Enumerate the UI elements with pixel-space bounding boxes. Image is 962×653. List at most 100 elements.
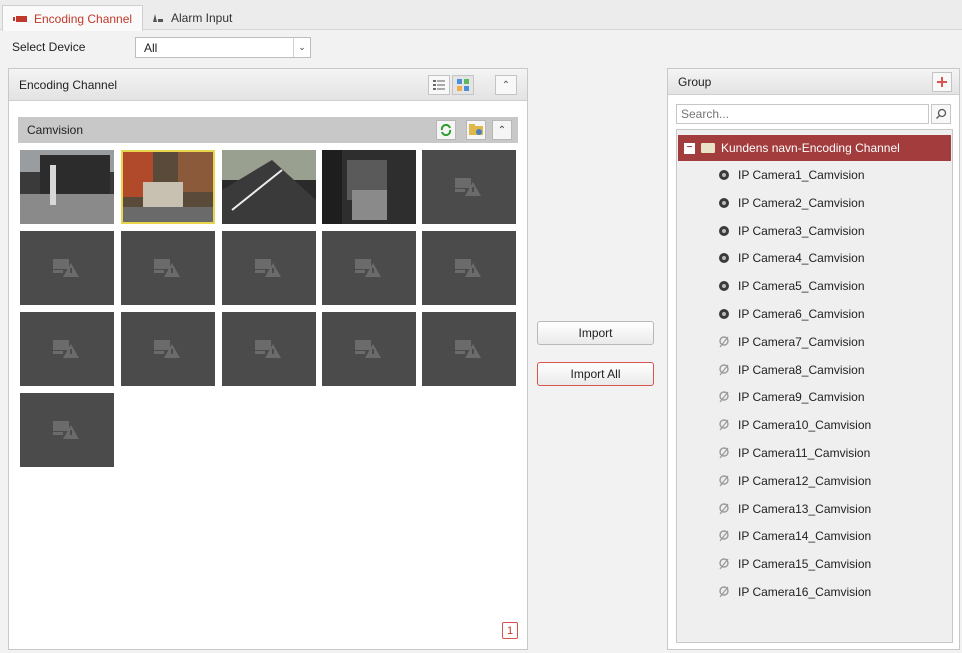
no-video-icon [455,259,481,277]
camera-online-icon [718,225,730,237]
camera-online-icon [718,169,730,181]
no-video-icon [154,259,180,277]
thumbnail-view-icon [457,79,469,91]
channel-thumbnail[interactable] [322,150,416,224]
tree-item-label: IP Camera2_Camvision [738,195,865,210]
refresh-icon [440,124,452,136]
tree-item-camera[interactable]: IP Camera11_Camvision [718,443,870,463]
channel-thumbnail-offline[interactable] [322,312,416,386]
camera-offline-icon [718,475,730,487]
collapse-icon[interactable]: − [684,142,695,154]
tree-item-camera[interactable]: IP Camera8_Camvision [718,360,865,380]
tab-encoding-channel[interactable]: Encoding Channel [2,5,144,31]
search-icon [936,108,947,119]
channel-thumbnail-offline[interactable] [20,312,114,386]
camera-snapshot [20,150,114,224]
channel-thumbnail-offline[interactable] [422,312,516,386]
tree-item-label: IP Camera1_Camvision [738,168,865,182]
plus-icon [937,77,947,87]
channel-thumbnail-offline[interactable] [121,231,215,305]
tree-item-camera[interactable]: IP Camera10_Camvision [718,415,871,435]
tree-item-camera[interactable]: IP Camera13_Camvision [718,499,871,519]
camera-online-icon [718,308,730,320]
tree-item-camera[interactable]: IP Camera1_Camvision [718,165,865,185]
channel-thumbnail[interactable] [20,150,114,224]
page-number-button[interactable]: 1 [502,622,518,639]
no-video-icon [53,340,79,358]
folder-icon [701,143,715,153]
search-button[interactable] [931,104,951,124]
tree-root-node[interactable]: − Kundens navn-Encoding Channel [678,135,951,161]
camera-offline-icon [718,391,730,403]
folder-icon [469,124,483,135]
remote-config-button[interactable] [466,120,486,140]
camera-offline-icon [718,419,730,431]
camera-offline-icon [718,363,730,376]
tree-item-camera[interactable]: IP Camera12_Camvision [718,471,871,491]
list-view-button[interactable] [428,75,450,95]
group-tree: − Kundens navn-Encoding Channel IP Camer… [676,129,953,643]
search-input[interactable] [676,104,929,124]
channel-thumbnail-offline[interactable] [322,231,416,305]
tree-item-label: IP Camera11_Camvision [738,446,871,460]
tree-item-label: IP Camera10_Camvision [738,418,872,433]
tree-item-label: IP Camera6_Camvision [738,307,865,321]
camera-offline-icon [718,530,730,542]
tree-item-camera[interactable]: IP Camera9_Camvision [718,387,865,407]
panel-title: Encoding Channel [19,77,118,92]
device-select-value: All [144,40,158,55]
refresh-button[interactable] [436,120,456,140]
chevron-up-icon: ⌃ [501,79,511,91]
channel-thumbnail-offline[interactable] [422,231,516,305]
camera-online-icon [718,197,730,209]
tree-item-label: IP Camera16_Camvision [738,585,872,599]
no-video-icon [355,340,381,358]
import-all-button[interactable]: Import All [537,362,654,386]
tree-item-camera[interactable]: IP Camera15_Camvision [718,554,871,574]
collapse-panel-button[interactable]: ⌃ [495,75,517,95]
channel-thumbnail-offline[interactable] [222,312,316,386]
tree-item-camera[interactable]: IP Camera3_Camvision [718,221,865,241]
tree-item-camera[interactable]: IP Camera2_Camvision [718,193,865,213]
camera-online-icon [718,280,730,292]
tree-item-camera[interactable]: IP Camera16_Camvision [718,582,871,602]
camera-snapshot [123,152,213,222]
tab-label: Alarm Input [171,11,233,25]
chevron-down-icon[interactable]: ⌄ [293,38,310,57]
select-device-label: Select Device [12,40,86,54]
channel-thumbnail-offline[interactable] [422,150,516,224]
channel-thumbnail-offline[interactable] [121,312,215,386]
tree-item-label: IP Camera7_Camvision [738,334,865,349]
group-panel-header: Group [668,69,959,95]
tree-item-camera[interactable]: IP Camera14_Camvision [718,526,871,546]
tree-item-camera[interactable]: IP Camera7_Camvision [718,332,865,352]
camera-offline-icon [718,558,730,570]
channel-thumbnail-offline[interactable] [222,231,316,305]
collapse-group-button[interactable]: ⌃ [492,120,512,140]
channel-thumbnail-offline[interactable] [20,231,114,305]
no-video-icon [255,340,281,358]
channel-thumbnail[interactable] [121,150,215,224]
tree-item-label: IP Camera15_Camvision [738,557,872,572]
chevron-up-icon: ⌃ [497,124,507,136]
tree-item-label: IP Camera14_Camvision [738,529,872,544]
add-group-button[interactable] [932,72,952,92]
import-button[interactable]: Import [537,321,654,345]
tab-alarm-input[interactable]: Alarm Input [140,5,242,31]
tree-item-label: IP Camera3_Camvision [738,223,865,238]
camera-offline-icon [718,336,730,348]
no-video-icon [154,340,180,358]
tree-item-camera[interactable]: IP Camera4_Camvision [718,248,865,268]
tree-item-label: IP Camera5_Camvision [738,279,865,294]
channel-thumbnail-offline[interactable] [20,393,114,467]
camera-offline-icon [718,447,730,459]
camera-snapshot [222,150,316,224]
tree-item-label: IP Camera9_Camvision [738,390,865,405]
tree-item-camera[interactable]: IP Camera6_Camvision [718,304,865,324]
tree-item-camera[interactable]: IP Camera5_Camvision [718,276,865,296]
camera-offline-icon [718,586,730,598]
list-view-icon [433,80,445,90]
channel-thumbnail[interactable] [222,150,316,224]
thumbnail-view-button[interactable] [452,75,474,95]
device-select[interactable]: All ⌄ [135,37,311,58]
